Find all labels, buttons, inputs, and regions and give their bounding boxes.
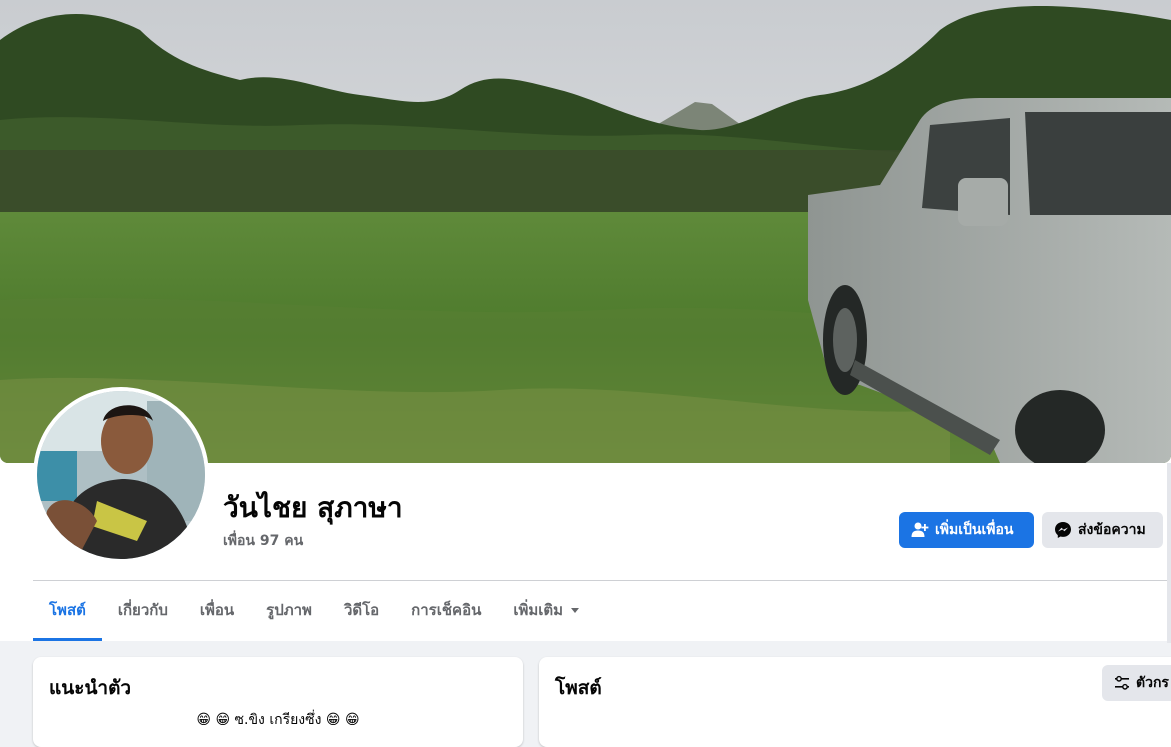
tab-label: โพสต์ — [49, 601, 86, 619]
tab-friends[interactable]: เพื่อน — [184, 581, 250, 641]
person-plus-icon — [911, 522, 929, 537]
friends-count[interactable]: เพื่อน 97 คน — [223, 530, 303, 552]
tab-more[interactable]: เพิ่มเติม — [497, 581, 595, 641]
cover-photo[interactable] — [0, 0, 1171, 463]
tab-label: การเช็คอิน — [411, 601, 482, 619]
profile-header: วันไชย สุภาษา เพื่อน 97 คน เพิ่มเป็นเพื่… — [0, 0, 1171, 643]
posts-card: โพสต์ ตัวกร — [539, 657, 1171, 747]
message-label: ส่งข้อความ — [1078, 522, 1146, 538]
add-friend-label: เพิ่มเป็นเพื่อน — [935, 522, 1014, 538]
tab-checkins[interactable]: การเช็คอิน — [395, 581, 497, 641]
tab-label: เพื่อน — [199, 601, 235, 619]
message-button[interactable]: ส่งข้อความ — [1042, 512, 1163, 548]
tab-about[interactable]: เกี่ยวกับ — [102, 581, 184, 641]
filters-label: ตัวกร — [1136, 675, 1169, 691]
add-friend-button[interactable]: เพิ่มเป็นเพื่อน — [899, 512, 1034, 548]
tab-posts[interactable]: โพสต์ — [33, 581, 102, 641]
intro-card: แนะนำตัว 😁 😁 ซ.ขิง เกรียงซึ่ง 😁 😁 — [33, 657, 523, 747]
filter-sliders-icon — [1115, 675, 1129, 690]
tab-videos[interactable]: วิดีโอ — [328, 581, 395, 641]
tab-label: เกี่ยวกับ — [117, 601, 168, 619]
messenger-icon — [1055, 522, 1071, 538]
intro-title: แนะนำตัว — [49, 677, 132, 699]
tab-label: รูปภาพ — [266, 601, 312, 619]
avatar[interactable] — [37, 391, 205, 559]
caret-down-icon — [571, 608, 580, 613]
tab-photos[interactable]: รูปภาพ — [250, 581, 328, 641]
profile-name: วันไชย สุภาษา — [223, 491, 403, 524]
scrollbar[interactable] — [1167, 463, 1171, 643]
intro-bio: 😁 😁 ซ.ขิง เกรียงซึ่ง 😁 😁 — [196, 712, 360, 728]
posts-title: โพสต์ — [555, 677, 602, 699]
tab-label: วิดีโอ — [343, 601, 380, 619]
profile-tabs: โพสต์ เกี่ยวกับ เพื่อน รูปภาพ วิดีโอ การ… — [33, 581, 595, 641]
tab-label: เพิ่มเติม — [513, 601, 564, 619]
filters-button[interactable]: ตัวกร — [1102, 665, 1171, 701]
